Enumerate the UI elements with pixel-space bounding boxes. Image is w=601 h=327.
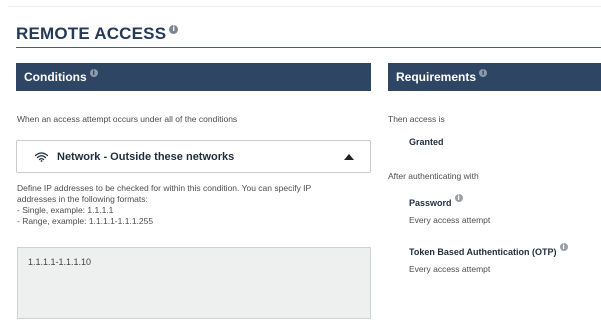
after-auth-text: After authenticating with [388, 171, 479, 181]
network-condition-label: Network - Outside these networks [57, 150, 235, 163]
conditions-description: When an access attempt occurs under all … [17, 114, 238, 124]
auth-method-frequency: Every access attempt [409, 264, 491, 274]
info-icon[interactable]: i [479, 69, 488, 77]
page-title: REMOTE ACCESS i [16, 24, 179, 44]
info-icon[interactable]: i [454, 194, 463, 202]
auth-method-otp: Token Based Authentication (OTP) i [409, 243, 568, 257]
page-title-text: REMOTE ACCESS [16, 24, 167, 43]
auth-method-frequency: Every access attempt [409, 215, 491, 225]
help-line: Define IP addresses to be checked for wi… [17, 183, 312, 193]
top-divider [8, 6, 601, 7]
auth-method-name: Password [409, 198, 452, 208]
ip-format-help: Define IP addresses to be checked for wi… [17, 183, 367, 227]
info-icon[interactable]: i [169, 25, 179, 34]
help-line: - Range, example: 1.1.1.1-1.1.1.255 [17, 216, 154, 226]
ip-addresses-value: 1.1.1.1-1.1.1.10 [28, 257, 92, 267]
auth-method-name: Token Based Authentication (OTP) [409, 247, 557, 257]
help-line: addresses in the following formats: [17, 194, 148, 204]
info-icon[interactable]: i [89, 69, 98, 77]
requirements-header: Requirements i [388, 63, 601, 91]
conditions-header-label: Conditions [24, 70, 87, 84]
access-result: Granted [409, 137, 444, 147]
then-access-text: Then access is [388, 114, 445, 124]
wifi-icon [35, 151, 48, 162]
auth-method-password: Password i [409, 194, 463, 208]
requirements-header-label: Requirements [396, 70, 477, 84]
network-condition-toggle[interactable]: Network - Outside these networks [16, 140, 371, 173]
conditions-header: Conditions i [16, 63, 371, 91]
help-line: - Single, example: 1.1.1.1 [17, 205, 114, 215]
ip-addresses-textarea[interactable]: 1.1.1.1-1.1.1.10 [17, 247, 371, 319]
title-divider [16, 47, 601, 48]
info-icon[interactable]: i [559, 243, 568, 251]
chevron-up-icon[interactable] [344, 154, 354, 160]
